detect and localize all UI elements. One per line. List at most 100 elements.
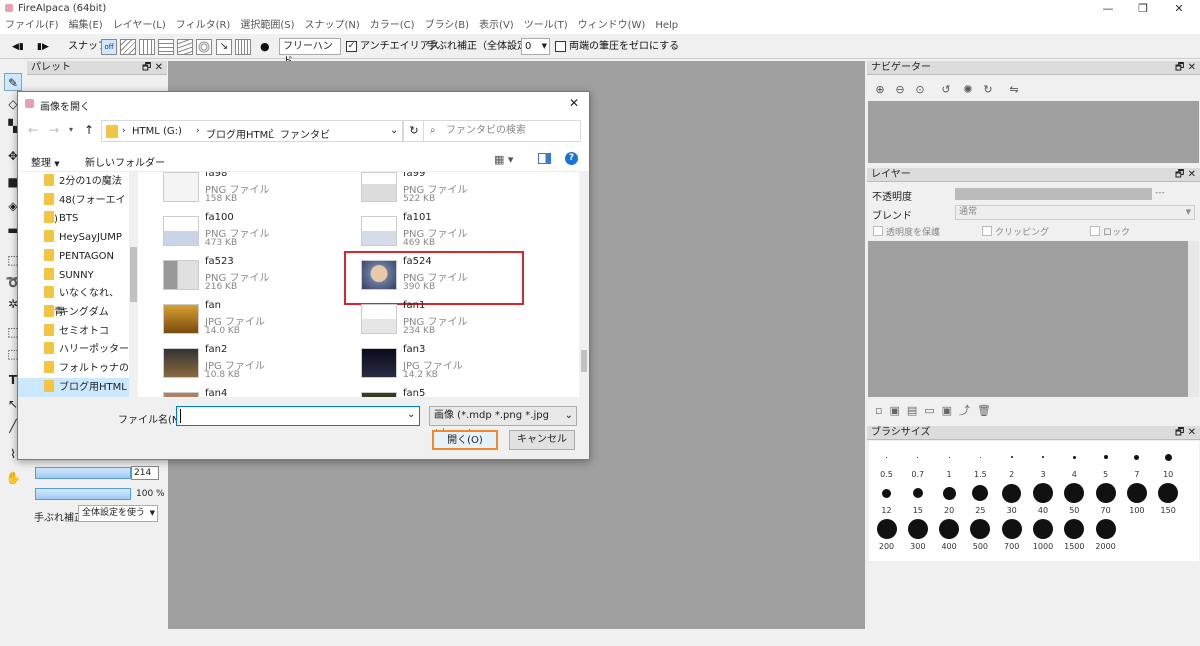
file-item[interactable]: fa524 PNG ファイル 390 KB xyxy=(344,251,524,305)
pen-tool-icon[interactable]: ✎ xyxy=(4,73,22,91)
panel-controls-icon[interactable]: 🗗 ✕ xyxy=(1175,168,1196,182)
folder-item[interactable]: 48(フォーエイト) xyxy=(18,191,129,225)
opacity-slider[interactable] xyxy=(35,488,131,500)
menu-window[interactable]: ウィンドウ(W) xyxy=(573,18,651,34)
brush-size-cell[interactable]: 50 xyxy=(1059,481,1090,515)
menu-help[interactable]: Help xyxy=(650,18,683,34)
brush-size-cell[interactable]: 2000 xyxy=(1090,517,1121,551)
recent-chevron-icon[interactable]: ▾ xyxy=(69,125,73,134)
preview-pane-icon[interactable] xyxy=(538,153,551,164)
panel-controls-icon[interactable]: 🗗 ✕ xyxy=(142,61,163,75)
brush-size-cell[interactable]: 1.5 xyxy=(965,445,996,479)
file-item[interactable]: fa99 PNG ファイル 522 KB xyxy=(349,172,539,212)
panel-controls-icon[interactable]: 🗗 ✕ xyxy=(1175,61,1196,75)
layer-list[interactable] xyxy=(868,241,1188,397)
menu-snap[interactable]: スナップ(N) xyxy=(299,18,364,34)
file-scrollbar[interactable] xyxy=(579,172,589,397)
brush-size-cell[interactable]: 0.5 xyxy=(871,445,902,479)
brush-size-cell[interactable]: 15 xyxy=(902,481,933,515)
help-icon[interactable]: ? xyxy=(565,152,578,165)
size-slider[interactable] xyxy=(35,467,131,479)
brush-size-cell[interactable]: 300 xyxy=(902,517,933,551)
folder-item[interactable]: いなくなれ、群青 xyxy=(18,284,129,318)
brush-size-cell[interactable]: 25 xyxy=(965,481,996,515)
brush-size-cell[interactable]: 40 xyxy=(1028,481,1059,515)
brush-size-cell[interactable]: 0.7 xyxy=(902,445,933,479)
size-input[interactable]: 214 xyxy=(131,466,159,480)
menu-brush[interactable]: ブラシ(B) xyxy=(420,18,474,34)
folder-item[interactable]: 2分の1の魔法 xyxy=(18,172,129,191)
snap-3d-icon[interactable] xyxy=(235,39,251,55)
brush-size-cell[interactable]: 1500 xyxy=(1059,517,1090,551)
brush-size-cell[interactable]: 2 xyxy=(996,445,1027,479)
brush-size-cell[interactable]: 1 xyxy=(934,445,965,479)
up-arrow-icon[interactable]: ↑ xyxy=(84,123,94,137)
snap-radial-icon[interactable] xyxy=(177,39,193,55)
zoom-in-icon[interactable]: ⊕ xyxy=(873,83,887,97)
dialog-close-icon[interactable]: ✕ xyxy=(569,96,579,110)
refresh-icon[interactable]: ↻ xyxy=(403,120,425,142)
panel-controls-icon[interactable]: 🗗 ✕ xyxy=(1175,426,1196,440)
folder-item[interactable]: HeySayJUMP xyxy=(18,228,129,247)
clipping-checkbox[interactable] xyxy=(982,226,992,236)
layer-action-icons[interactable]: ▫▣▤▭▣⤴🗑 xyxy=(875,402,998,418)
chevron-down-icon[interactable]: ⌄ xyxy=(407,409,415,420)
brush-size-cell[interactable]: 100 xyxy=(1121,481,1152,515)
brush-size-cell[interactable]: 3 xyxy=(1028,445,1059,479)
breadcrumb-folder[interactable]: ブログ用HTML xyxy=(206,126,274,141)
menu-select[interactable]: 選択範囲(S) xyxy=(235,18,299,34)
organize-button[interactable]: 整理 ▼ xyxy=(31,154,60,169)
folder-scrollbar[interactable] xyxy=(129,172,138,397)
file-item[interactable]: fan2 JPG ファイル 10.8 KB xyxy=(151,344,341,388)
mode-dropdown[interactable]: フリーハンド xyxy=(279,38,341,67)
layer-opacity-slider[interactable] xyxy=(955,188,1152,200)
palette-stabilizer-dropdown[interactable]: 全体設定を使う ▼ xyxy=(78,505,158,522)
snap-parallel-icon[interactable] xyxy=(120,39,136,55)
brush-size-cell[interactable]: 1000 xyxy=(1028,517,1059,551)
zoom-fit-icon[interactable]: ⊙ xyxy=(913,83,927,97)
file-item[interactable]: fan1 PNG ファイル 234 KB xyxy=(349,300,539,344)
brush-dot-icon[interactable]: ● xyxy=(260,41,270,53)
folder-item[interactable]: フォルトゥナの瞳 xyxy=(18,359,129,393)
rotate-right-icon[interactable]: ↻ xyxy=(981,83,995,97)
folder-item[interactable]: セミオトコ xyxy=(18,322,129,341)
brush-size-cell[interactable]: 7 xyxy=(1121,445,1152,479)
zoom-out-icon[interactable]: ⊖ xyxy=(893,83,907,97)
brush-size-cell[interactable]: 5 xyxy=(1090,445,1121,479)
brush-size-cell[interactable]: 700 xyxy=(996,517,1027,551)
snap-grid-icon[interactable] xyxy=(139,39,155,55)
view-options-icon[interactable]: ▦ ▾ xyxy=(494,153,513,166)
filename-input[interactable]: ⌄ xyxy=(176,406,420,426)
menu-layer[interactable]: レイヤー(L) xyxy=(108,18,171,34)
menu-view[interactable]: 表示(V) xyxy=(474,18,519,34)
menu-tool[interactable]: ツール(T) xyxy=(519,18,573,34)
lock-checkbox[interactable] xyxy=(1090,226,1100,236)
folder-item[interactable]: キングダム xyxy=(18,303,129,322)
antialias-checkbox[interactable]: ✓ xyxy=(346,41,357,52)
brush-size-cell[interactable]: 30 xyxy=(996,481,1027,515)
chevron-down-icon[interactable]: ⌄ xyxy=(390,125,398,136)
rotate-reset-icon[interactable]: ✺ xyxy=(961,83,975,97)
file-item[interactable]: fan5 xyxy=(349,388,539,397)
menu-color[interactable]: カラー(C) xyxy=(365,18,420,34)
brush-size-cell[interactable]: 500 xyxy=(965,517,996,551)
file-item[interactable]: fa98 PNG ファイル 158 KB xyxy=(151,172,341,212)
address-bar[interactable]: › HTML (G:) › ブログ用HTML › ファンタビ ⌄ xyxy=(101,120,403,142)
breadcrumb-current[interactable]: ファンタビ xyxy=(280,126,330,141)
folder-item[interactable]: SUNNY xyxy=(18,266,129,285)
back-arrow-icon[interactable]: ← xyxy=(28,123,38,137)
snap-circle-icon[interactable] xyxy=(196,39,212,55)
file-item[interactable]: fa523 PNG ファイル 216 KB xyxy=(151,256,341,300)
new-folder-button[interactable]: 新しいフォルダー xyxy=(85,154,165,169)
menu-file[interactable]: ファイル(F) xyxy=(0,18,64,34)
folder-item[interactable]: PENTAGON xyxy=(18,247,129,266)
file-item[interactable]: fa100 PNG ファイル 473 KB xyxy=(151,212,341,256)
snap-curve-icon[interactable]: ↘ xyxy=(216,39,232,55)
undo-icon[interactable]: ◀▮ xyxy=(12,41,24,53)
brush-size-cell[interactable]: 70 xyxy=(1090,481,1121,515)
flip-icon[interactable]: ⇋ xyxy=(1007,83,1021,97)
layer-scrollbar[interactable] xyxy=(1188,241,1199,397)
rotate-left-icon[interactable]: ↺ xyxy=(939,83,953,97)
breadcrumb-drive[interactable]: HTML (G:) xyxy=(132,126,182,137)
navigator-preview[interactable] xyxy=(868,101,1199,163)
